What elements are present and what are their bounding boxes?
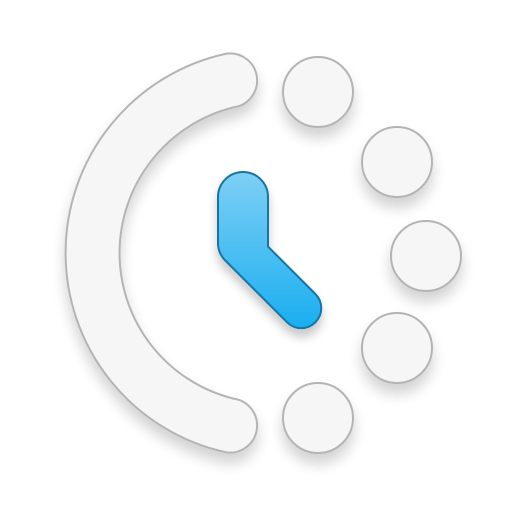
- progress-dot: [282, 56, 354, 128]
- clock-hands: [216, 171, 323, 330]
- progress-dots: [282, 56, 462, 454]
- app-icon: [0, 0, 512, 512]
- progress-dot: [390, 220, 462, 292]
- progress-dot: [282, 382, 354, 454]
- progress-dot: [361, 312, 433, 384]
- progress-dot: [361, 126, 433, 198]
- schedule-clock-icon: [64, 52, 462, 454]
